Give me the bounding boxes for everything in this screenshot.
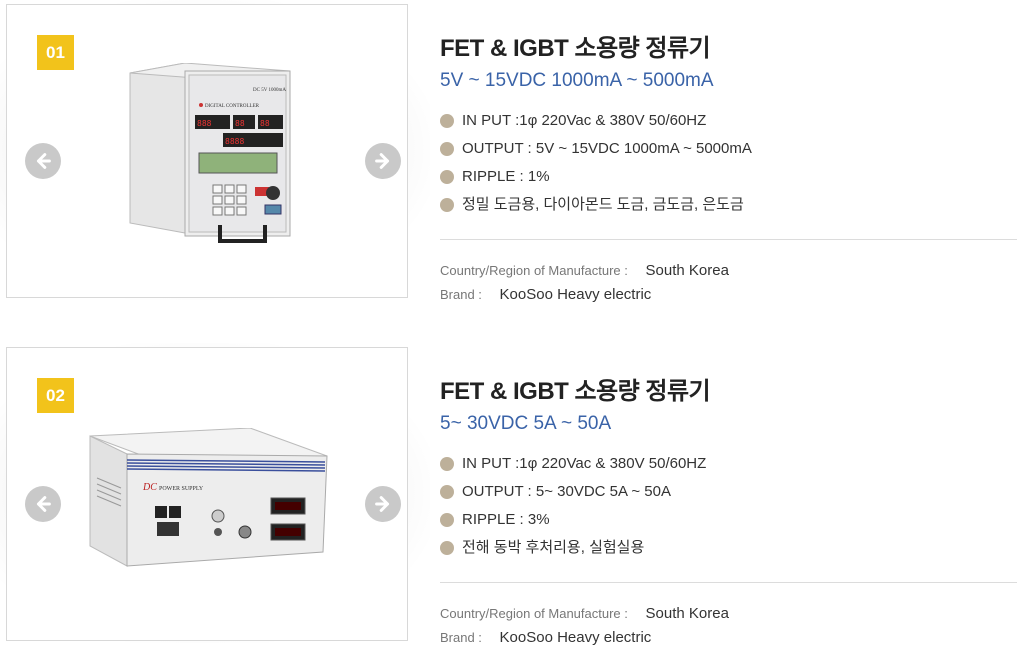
spec-item: 정밀 도금용, 다이아몬드 도금, 금도금, 은도금 xyxy=(440,194,752,222)
svg-text:888: 888 xyxy=(197,119,212,128)
divider xyxy=(440,582,1017,583)
country-label: Country/Region of Manufacture : xyxy=(440,263,628,278)
product-image-box: 01 DC 5V 1000mA DIGITAL CONTROLLER 888 8… xyxy=(6,4,408,298)
product-number-badge: 02 xyxy=(37,378,74,413)
country-value: South Korea xyxy=(645,262,729,279)
country-value: South Korea xyxy=(645,605,729,622)
product-info: FET & IGBT 소용량 정류기 5V ~ 15VDC 1000mA ~ 5… xyxy=(440,0,1017,303)
spec-item: OUTPUT : 5~ 30VDC 5A ~ 50A xyxy=(440,481,706,509)
brand-value: KooSoo Heavy electric xyxy=(499,629,652,646)
next-arrow-button[interactable] xyxy=(365,486,401,522)
image-controller-label: DIGITAL CONTROLLER xyxy=(205,104,260,109)
arrow-right-icon xyxy=(375,153,390,169)
bullet-icon xyxy=(440,198,454,212)
product-subtitle: 5~ 30VDC 5A ~ 50A xyxy=(440,413,612,434)
spec-item: IN PUT :1φ 220Vac & 380V 50/60HZ xyxy=(440,110,752,138)
bullet-icon xyxy=(440,457,454,471)
country-row: Country/Region of Manufacture : South Ko… xyxy=(440,605,729,622)
bullet-icon xyxy=(440,114,454,128)
bullet-icon xyxy=(440,142,454,156)
image-model-label: DC 5V 1000mA xyxy=(253,88,286,93)
svg-text:8888: 8888 xyxy=(225,137,244,146)
bullet-icon xyxy=(440,170,454,184)
arrow-right-icon xyxy=(375,496,390,512)
svg-text:88: 88 xyxy=(260,119,270,128)
product-title: FET & IGBT 소용량 정류기 xyxy=(440,35,711,62)
arrow-left-icon xyxy=(36,496,51,512)
country-row: Country/Region of Manufacture : South Ko… xyxy=(440,262,729,279)
brand-row: Brand : KooSoo Heavy electric xyxy=(440,629,651,646)
divider xyxy=(440,239,1017,240)
image-dc-label: DC xyxy=(142,482,157,493)
bullet-icon xyxy=(440,541,454,555)
next-arrow-button[interactable] xyxy=(365,143,401,179)
country-label: Country/Region of Manufacture : xyxy=(440,606,628,621)
spec-item: 전해 동박 후처리용, 실험실용 xyxy=(440,537,706,565)
product-image[interactable]: DC 5V 1000mA DIGITAL CONTROLLER 888 88 8… xyxy=(125,63,295,243)
arrow-left-icon xyxy=(36,153,51,169)
spec-item: IN PUT :1φ 220Vac & 380V 50/60HZ xyxy=(440,453,706,481)
product-info: FET & IGBT 소용량 정류기 5~ 30VDC 5A ~ 50A IN … xyxy=(440,343,1017,646)
spec-list: IN PUT :1φ 220Vac & 380V 50/60HZ OUTPUT … xyxy=(440,110,752,222)
product-image[interactable]: DC POWER SUPPLY xyxy=(85,428,335,568)
spec-item: OUTPUT : 5V ~ 15VDC 1000mA ~ 5000mA xyxy=(440,138,752,166)
product-subtitle: 5V ~ 15VDC 1000mA ~ 5000mA xyxy=(440,70,714,91)
prev-arrow-button[interactable] xyxy=(25,486,61,522)
bullet-icon xyxy=(440,513,454,527)
spec-item: RIPPLE : 3% xyxy=(440,509,706,537)
product-title: FET & IGBT 소용량 정류기 xyxy=(440,378,711,405)
brand-label: Brand : xyxy=(440,630,482,645)
bullet-icon xyxy=(440,485,454,499)
svg-text:88: 88 xyxy=(235,119,245,128)
product-card-2: 02 DC POWER SUPPLY FET & IGBT 소용량 정류기 5~… xyxy=(0,343,1017,646)
image-power-supply-label: POWER SUPPLY xyxy=(159,486,204,492)
product-number-badge: 01 xyxy=(37,35,74,70)
product-card-1: 01 DC 5V 1000mA DIGITAL CONTROLLER 888 8… xyxy=(0,0,1017,303)
product-image-box: 02 DC POWER SUPPLY xyxy=(6,347,408,641)
prev-arrow-button[interactable] xyxy=(25,143,61,179)
brand-row: Brand : KooSoo Heavy electric xyxy=(440,286,651,303)
spec-item: RIPPLE : 1% xyxy=(440,166,752,194)
brand-value: KooSoo Heavy electric xyxy=(499,286,652,303)
spec-list: IN PUT :1φ 220Vac & 380V 50/60HZ OUTPUT … xyxy=(440,453,706,565)
brand-label: Brand : xyxy=(440,287,482,302)
